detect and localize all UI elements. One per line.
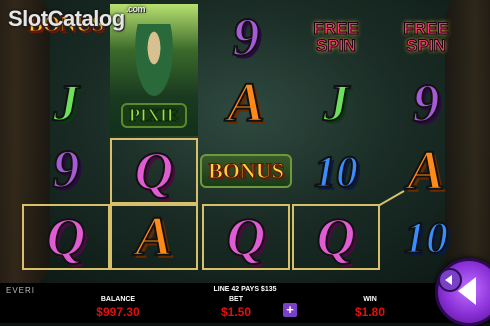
reel3-row1-9-symbol: 9 — [232, 6, 261, 68]
win-line-message: LINE 42 PAYS $135 — [213, 286, 277, 293]
reel1-row2-j-symbol: J — [52, 74, 80, 133]
reel1-row3-9-symbol: 9 — [52, 138, 81, 200]
reel2-row3-q-symbol: Q — [110, 138, 198, 204]
reel3-row3-bonus-symbol: BONUS — [200, 138, 292, 204]
win-label: WIN — [363, 296, 377, 303]
game-scene: BONUS J 9 Q PIXIE Q A 9 A BONUS Q FREE SP… — [0, 0, 490, 283]
reel4-row3-10-symbol: 10 — [313, 146, 359, 197]
slotcatalog-watermark-logo: SlotCatalog .com — [8, 4, 146, 31]
win-value: $1.80 — [354, 305, 386, 319]
chevron-left-icon — [445, 275, 452, 285]
reel1-row4-q-symbol: Q — [22, 204, 110, 270]
reel-grid: BONUS J 9 Q PIXIE Q A 9 A BONUS Q FREE SP… — [22, 4, 474, 272]
reel4-row2-j-symbol: J — [322, 74, 350, 133]
bet-value: $1.50 — [220, 305, 252, 319]
reel5-row1-free-spin-symbol: FREE SPIN — [403, 19, 449, 55]
reel3-row2-a-symbol: A — [226, 71, 265, 135]
balance-value: $997.30 — [96, 305, 140, 319]
bet-label: BET — [229, 296, 243, 303]
reel4-row4-q-symbol: Q — [292, 204, 380, 270]
bet-increase-button[interactable]: + — [283, 303, 297, 317]
control-bar: EVERI LINE 42 PAYS $135 BALANCE $997.30 … — [0, 283, 490, 323]
reel5-row2-9-symbol: 9 — [412, 72, 441, 134]
reel2-row4-a-symbol: A — [110, 204, 198, 270]
reel3-row4-q-symbol: Q — [202, 204, 290, 270]
menu-toggle-button[interactable] — [438, 268, 462, 292]
pixie-figure-icon — [132, 24, 176, 104]
balance-label: BALANCE — [100, 296, 136, 303]
reel4-row1-free-spin-symbol: FREE SPIN — [313, 19, 359, 55]
payline-segment — [108, 204, 112, 206]
